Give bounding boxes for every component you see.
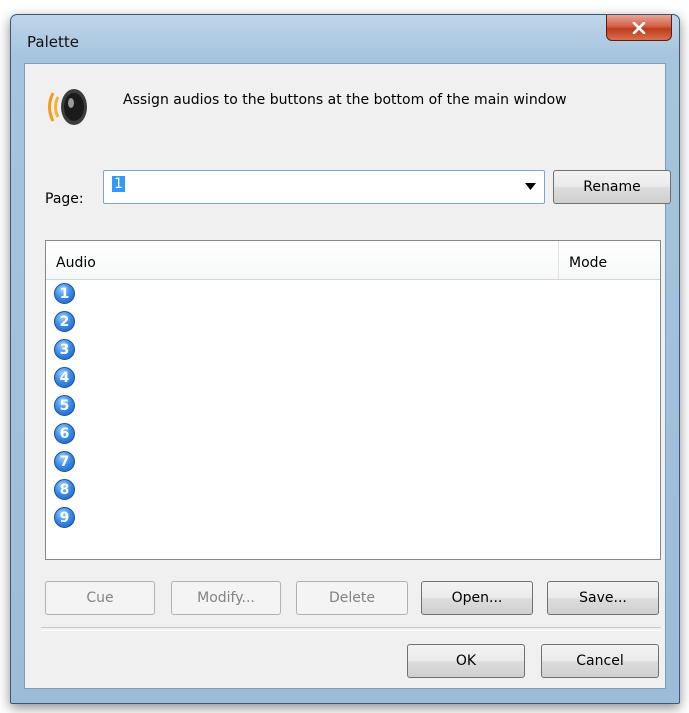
column-header-mode[interactable]: Mode <box>569 255 607 271</box>
ok-button[interactable]: OK <box>407 644 525 678</box>
page-value: 1 <box>112 176 125 192</box>
page-label: Page: <box>45 191 84 207</box>
open-button[interactable]: Open... <box>421 581 533 615</box>
number-5-icon[interactable]: 5 <box>54 395 75 416</box>
close-icon <box>632 21 646 34</box>
audio-list[interactable]: Audio Mode 1 2 3 4 5 6 7 8 9 <box>45 240 661 560</box>
palette-dialog: Palette Assign audios to the buttons at … <box>10 14 680 704</box>
header-text: Assign audios to the buttons at the bott… <box>123 92 567 108</box>
number-7-icon[interactable]: 7 <box>54 451 75 472</box>
window-title: Palette <box>27 33 79 51</box>
list-header: Audio Mode <box>46 241 660 280</box>
cue-button[interactable]: Cue <box>45 581 155 615</box>
number-6-icon[interactable]: 6 <box>54 423 75 444</box>
column-divider[interactable] <box>558 241 559 279</box>
rename-button[interactable]: Rename <box>553 170 671 204</box>
save-button[interactable]: Save... <box>547 581 659 615</box>
number-4-icon[interactable]: 4 <box>54 367 75 388</box>
modify-button[interactable]: Modify... <box>171 581 281 615</box>
number-9-icon[interactable]: 9 <box>54 507 75 528</box>
number-2-icon[interactable]: 2 <box>54 311 75 332</box>
footer-separator <box>41 627 661 631</box>
delete-button[interactable]: Delete <box>296 581 408 615</box>
number-3-icon[interactable]: 3 <box>54 339 75 360</box>
dialog-body: Assign audios to the buttons at the bott… <box>24 63 671 689</box>
dropdown-arrow-icon[interactable] <box>525 183 536 190</box>
page-combo[interactable]: 1 <box>103 170 545 204</box>
list-rows: 1 2 3 4 5 6 7 8 9 <box>54 283 75 535</box>
close-button[interactable] <box>606 15 672 41</box>
cancel-button[interactable]: Cancel <box>541 644 659 678</box>
speaker-icon <box>48 89 87 125</box>
number-8-icon[interactable]: 8 <box>54 479 75 500</box>
column-header-audio[interactable]: Audio <box>56 255 96 271</box>
number-1-icon[interactable]: 1 <box>54 283 75 304</box>
